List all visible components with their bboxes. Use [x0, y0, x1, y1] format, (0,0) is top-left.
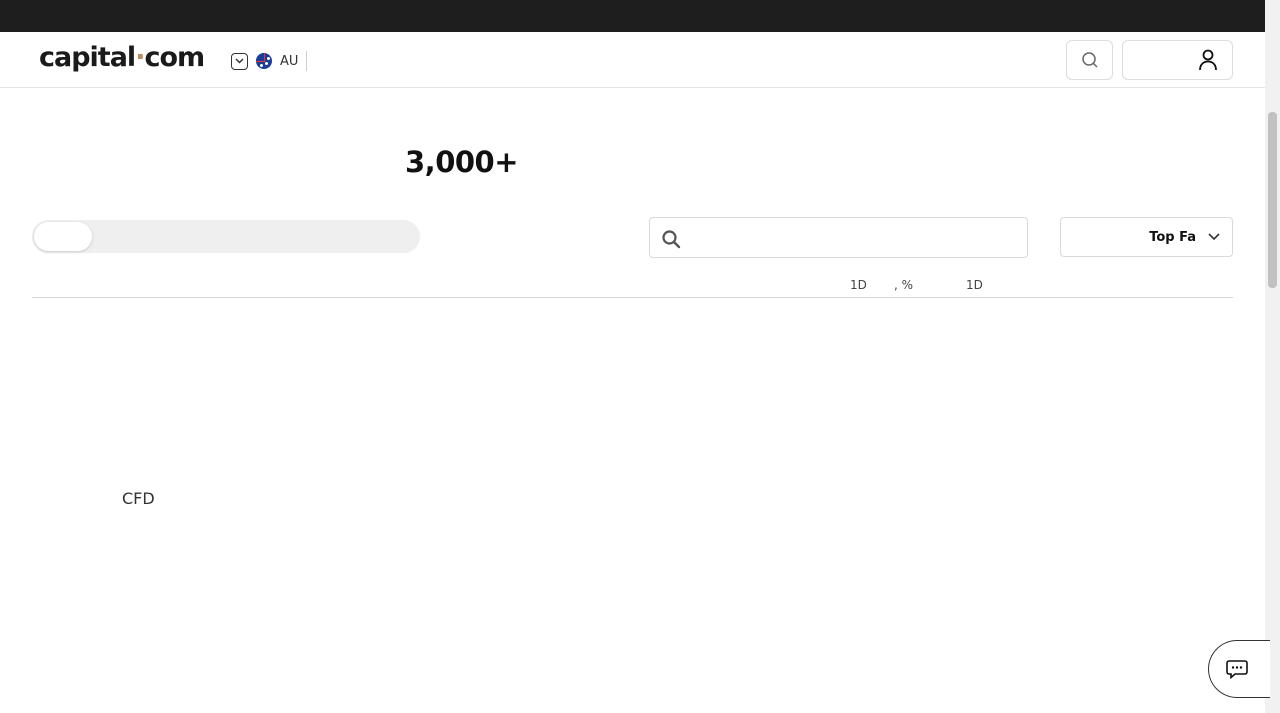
chat-icon [1226, 660, 1248, 679]
column-header-percent[interactable]: , % [894, 278, 913, 292]
search-icon [661, 229, 681, 253]
sort-dropdown[interactable]: Top Fa [1060, 217, 1233, 257]
region-code: AU [280, 53, 299, 69]
cfd-label: CFD [122, 489, 155, 508]
account-button[interactable] [1122, 40, 1233, 80]
market-search[interactable] [649, 217, 1028, 258]
toggle-knob[interactable] [34, 222, 92, 251]
logo[interactable]: capital·com [39, 42, 205, 73]
top-bar [0, 0, 1265, 32]
table-divider [32, 297, 1233, 298]
instrument-count: 3,000+ [405, 145, 519, 179]
sort-value: Top Fa [1149, 229, 1196, 245]
header-search-button[interactable] [1066, 40, 1113, 80]
scrollbar-thumb[interactable] [1268, 112, 1277, 288]
site-header: capital·com AU [0, 32, 1265, 88]
column-header-range-1d[interactable]: 1D [966, 278, 983, 292]
region-selector[interactable]: AU [231, 51, 308, 71]
page-scrollbar[interactable] [1265, 0, 1280, 713]
australia-flag-icon [256, 53, 272, 69]
chevron-down-icon [1208, 233, 1220, 241]
chat-button[interactable] [1208, 640, 1270, 698]
search-icon [1081, 52, 1098, 68]
chevron-down-icon [231, 52, 248, 70]
column-header-change-1d[interactable]: 1D [850, 278, 867, 292]
search-input[interactable] [650, 218, 1027, 257]
user-icon [1199, 49, 1217, 71]
